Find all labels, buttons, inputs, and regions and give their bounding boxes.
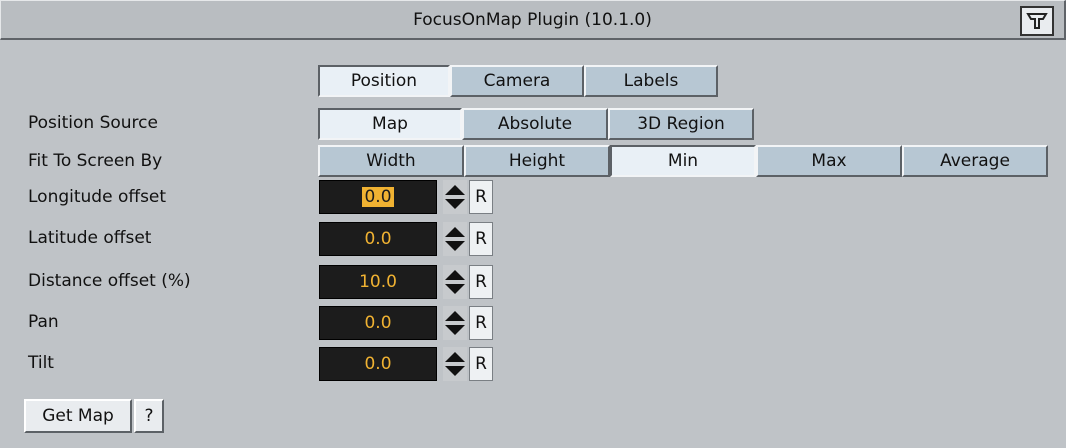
pan-label: Pan (28, 312, 59, 332)
longitude-offset-spinner-icon[interactable] (443, 180, 467, 214)
distance-offset-spinner-icon[interactable] (443, 265, 467, 299)
longitude-offset-reset-button[interactable]: R (469, 180, 493, 214)
latitude-offset-reset-button[interactable]: R (469, 222, 493, 256)
pan-input[interactable]: 0.0 (319, 306, 437, 340)
fit-to-screen-label: Fit To Screen By (28, 151, 163, 171)
latitude-offset-input[interactable]: 0.0 (319, 222, 437, 256)
position-source-3d-region-button[interactable]: 3D Region (608, 108, 754, 140)
pan-reset-button[interactable]: R (469, 306, 493, 340)
latitude-offset-spinner-icon[interactable] (443, 222, 467, 256)
help-button[interactable]: ? (134, 399, 164, 433)
distance-offset-input[interactable]: 10.0 (319, 265, 437, 299)
position-source-map-button[interactable]: Map (318, 108, 462, 140)
fit-average-button[interactable]: Average (902, 145, 1048, 177)
tilt-reset-button[interactable]: R (469, 347, 493, 381)
position-source-absolute-button[interactable]: Absolute (462, 108, 608, 140)
get-map-button[interactable]: Get Map (24, 399, 132, 433)
distance-offset-reset-button[interactable]: R (469, 265, 493, 299)
latitude-offset-label: Latitude offset (28, 228, 152, 248)
title-bar: FocusOnMap Plugin (10.1.0) (0, 0, 1066, 40)
longitude-offset-value: 0.0 (362, 187, 394, 207)
tilt-input[interactable]: 0.0 (319, 347, 437, 381)
window-title: FocusOnMap Plugin (10.1.0) (413, 10, 652, 30)
plugin-icon[interactable] (1020, 6, 1054, 36)
tab-labels[interactable]: Labels (584, 65, 718, 97)
tilt-spinner-icon[interactable] (443, 347, 467, 381)
tab-camera[interactable]: Camera (450, 65, 584, 97)
fit-width-button[interactable]: Width (318, 145, 464, 177)
tab-position[interactable]: Position (318, 65, 450, 97)
fit-max-button[interactable]: Max (756, 145, 902, 177)
fit-min-button[interactable]: Min (610, 145, 756, 177)
position-source-label: Position Source (28, 113, 158, 133)
longitude-offset-input[interactable]: 0.0 (319, 180, 437, 214)
distance-offset-label: Distance offset (%) (28, 271, 191, 291)
fit-height-button[interactable]: Height (464, 145, 610, 177)
longitude-offset-label: Longitude offset (28, 187, 167, 207)
pan-spinner-icon[interactable] (443, 306, 467, 340)
tilt-label: Tilt (28, 353, 54, 373)
